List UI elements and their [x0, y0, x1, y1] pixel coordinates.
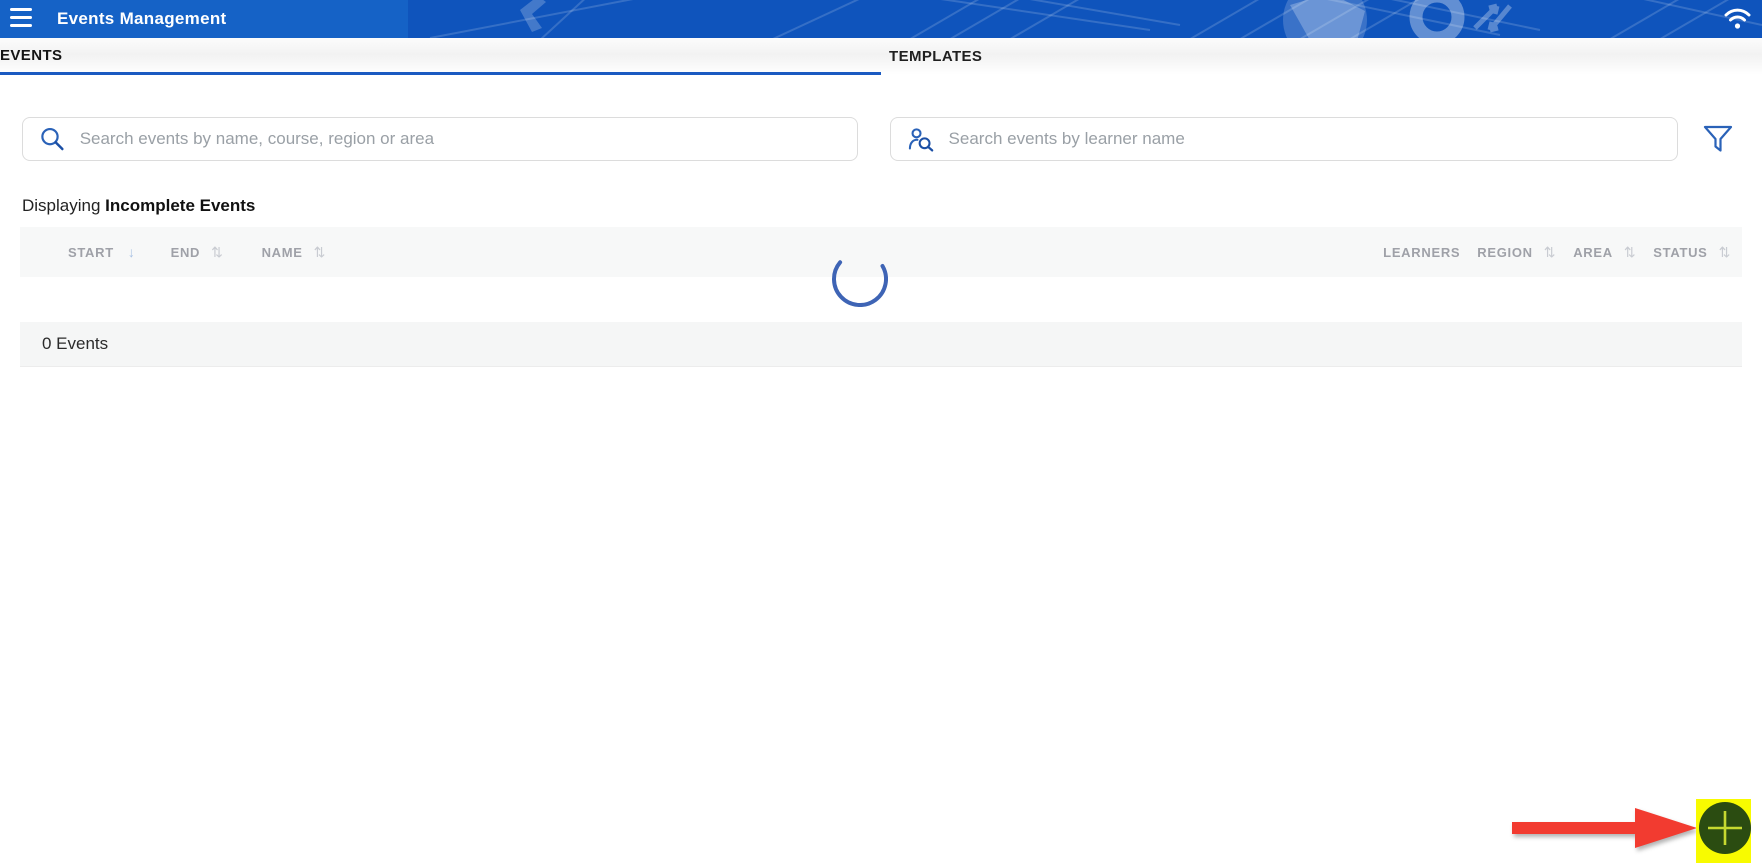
add-event-button[interactable] — [1699, 802, 1751, 854]
tab-templates[interactable]: TEMPLATES — [881, 38, 1762, 75]
page-title: Events Management — [57, 9, 227, 28]
sort-both-icon[interactable]: ⇅ — [211, 244, 223, 261]
learner-search-box[interactable] — [890, 117, 1678, 161]
column-end-label: END — [170, 244, 201, 260]
sort-both-icon[interactable]: ⇅ — [1624, 244, 1636, 261]
sort-both-icon[interactable]: ⇅ — [1544, 244, 1556, 261]
plus-icon — [1708, 811, 1742, 845]
loading-spinner — [832, 260, 888, 307]
column-learners-label: LEARNERS — [1383, 244, 1461, 260]
table-body — [20, 260, 1742, 322]
column-region[interactable]: REGION ⇅ — [1477, 244, 1556, 261]
event-search-box[interactable] — [22, 117, 858, 161]
column-end[interactable]: END ⇅ — [171, 244, 224, 261]
column-area-label: AREA — [1573, 244, 1613, 260]
event-search-input[interactable] — [79, 129, 857, 149]
sort-both-icon[interactable]: ⇅ — [1719, 244, 1731, 261]
sort-desc-icon[interactable]: ↓ — [128, 244, 136, 260]
displaying-status: Displaying Incomplete Events — [22, 196, 255, 216]
column-status[interactable]: STATUS ⇅ — [1653, 244, 1731, 261]
learner-search-input[interactable] — [948, 129, 1677, 149]
app-bar: Events Management — [0, 0, 1762, 38]
column-name-label: NAME — [261, 244, 303, 260]
column-start-label: START — [68, 244, 114, 260]
wifi-icon — [1724, 8, 1751, 29]
column-region-label: REGION — [1477, 244, 1533, 260]
displaying-prefix: Displaying — [22, 196, 106, 215]
search-row — [22, 117, 1740, 161]
displaying-filter-name: Incomplete Events — [105, 196, 256, 215]
funnel-icon — [1703, 125, 1733, 152]
column-name[interactable]: NAME ⇅ — [262, 244, 327, 261]
sort-both-icon[interactable]: ⇅ — [314, 244, 326, 261]
column-learners[interactable]: LEARNERS — [1383, 245, 1460, 260]
menu-icon[interactable] — [10, 8, 32, 27]
search-icon — [41, 127, 64, 150]
annotation-red-arrow — [1512, 808, 1697, 848]
column-start[interactable]: START ↓ — [68, 244, 136, 260]
table-footer: 0 Events — [20, 322, 1742, 367]
column-area[interactable]: AREA ⇅ — [1573, 244, 1636, 261]
events-count: 0 Events — [42, 334, 109, 353]
tab-templates-label: TEMPLATES — [889, 48, 983, 65]
tab-events-label: EVENTS — [0, 46, 63, 64]
events-table: START ↓ END ⇅ NAME ⇅ LEARNERS REGION ⇅ A… — [20, 227, 1742, 367]
tab-bar: EVENTS TEMPLATES — [0, 38, 1762, 75]
filter-button[interactable] — [1702, 123, 1734, 155]
tab-events[interactable]: EVENTS — [0, 38, 881, 75]
person-search-icon — [908, 127, 934, 152]
column-status-label: STATUS — [1653, 244, 1708, 260]
